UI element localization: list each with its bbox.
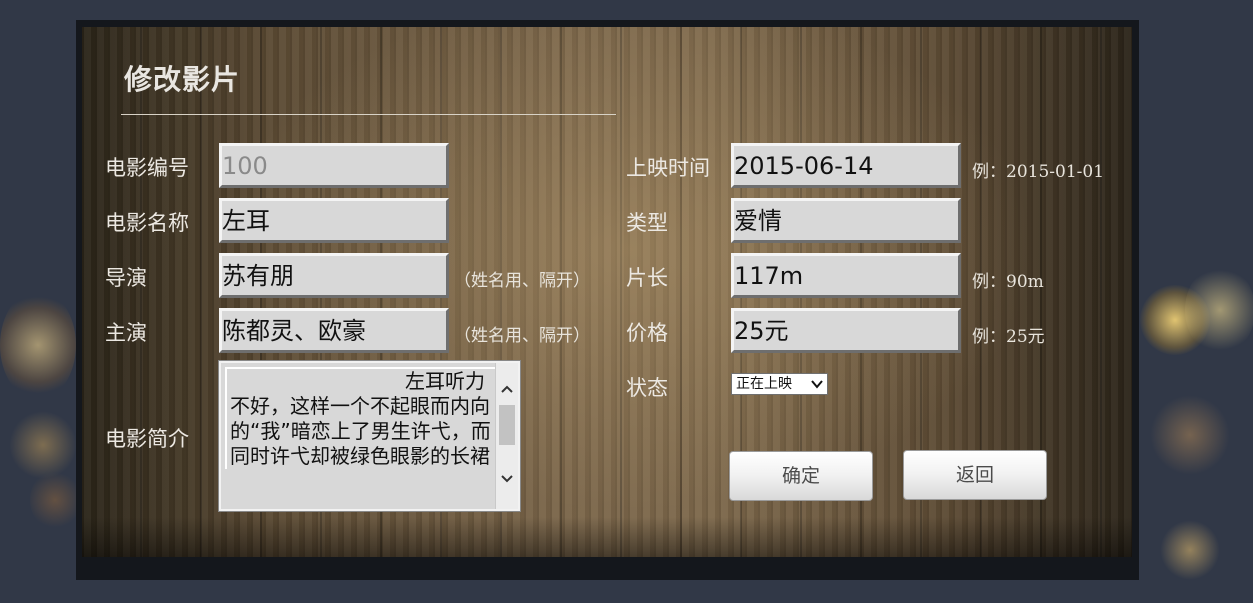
- page-title: 修改影片: [124, 63, 241, 96]
- confirm-button[interactable]: 确定: [729, 451, 873, 501]
- length-label: 片长: [626, 266, 668, 290]
- chevron-down-icon: [811, 374, 823, 401]
- price-field[interactable]: 25元: [731, 308, 961, 353]
- movie-name-label: 电影名称: [105, 211, 189, 235]
- price-label: 价格: [626, 321, 668, 345]
- chevron-down-icon[interactable]: [496, 469, 518, 491]
- intro-scrollbar[interactable]: [495, 363, 518, 509]
- length-field[interactable]: 117m: [731, 253, 961, 298]
- release-date-label: 上映时间: [626, 156, 710, 180]
- director-field[interactable]: 苏有朋: [219, 253, 449, 298]
- bokeh-light: [1185, 265, 1253, 355]
- bokeh-light: [30, 470, 80, 530]
- movie-id-label: 电影编号: [105, 156, 189, 180]
- director-hint: （姓名用、隔开）: [454, 271, 590, 291]
- bokeh-light: [1150, 395, 1230, 475]
- actors-label: 主演: [105, 321, 147, 345]
- status-select-value: 正在上映: [736, 376, 792, 392]
- genre-field[interactable]: 爱情: [731, 198, 961, 243]
- release-date-field[interactable]: 2015-06-14: [731, 143, 961, 188]
- actors-field[interactable]: 陈都灵、欧豪: [219, 308, 449, 353]
- intro-textarea[interactable]: 左耳听力不好，这样一个不起眼而内向的“我”暗恋上了男生许弋，而同时许弋却被绿色眼…: [218, 360, 521, 512]
- intro-text: 左耳听力不好，这样一个不起眼而内向的“我”暗恋上了男生许弋，而同时许弋却被绿色眼…: [225, 367, 500, 469]
- chevron-up-icon[interactable]: [496, 379, 518, 401]
- release-date-hint: 例：2015-01-01: [972, 162, 1105, 182]
- bokeh-light: [10, 410, 76, 480]
- status-label: 状态: [626, 376, 668, 400]
- movie-name-field[interactable]: 左耳: [219, 198, 449, 243]
- bokeh-light: [0, 290, 76, 400]
- bokeh-light: [1140, 285, 1210, 355]
- status-select[interactable]: 正在上映: [731, 373, 828, 395]
- title-divider: [121, 114, 616, 115]
- back-button[interactable]: 返回: [903, 450, 1047, 500]
- scrollbar-thumb[interactable]: [499, 405, 515, 445]
- price-hint: 例：25元: [972, 327, 1045, 347]
- intro-label: 电影简介: [105, 427, 189, 451]
- bokeh-light: [1160, 520, 1220, 580]
- movie-id-field[interactable]: 100: [219, 143, 449, 188]
- actors-hint: （姓名用、隔开）: [454, 326, 590, 346]
- director-label: 导演: [105, 266, 147, 290]
- length-hint: 例：90m: [972, 272, 1044, 292]
- genre-label: 类型: [626, 211, 668, 235]
